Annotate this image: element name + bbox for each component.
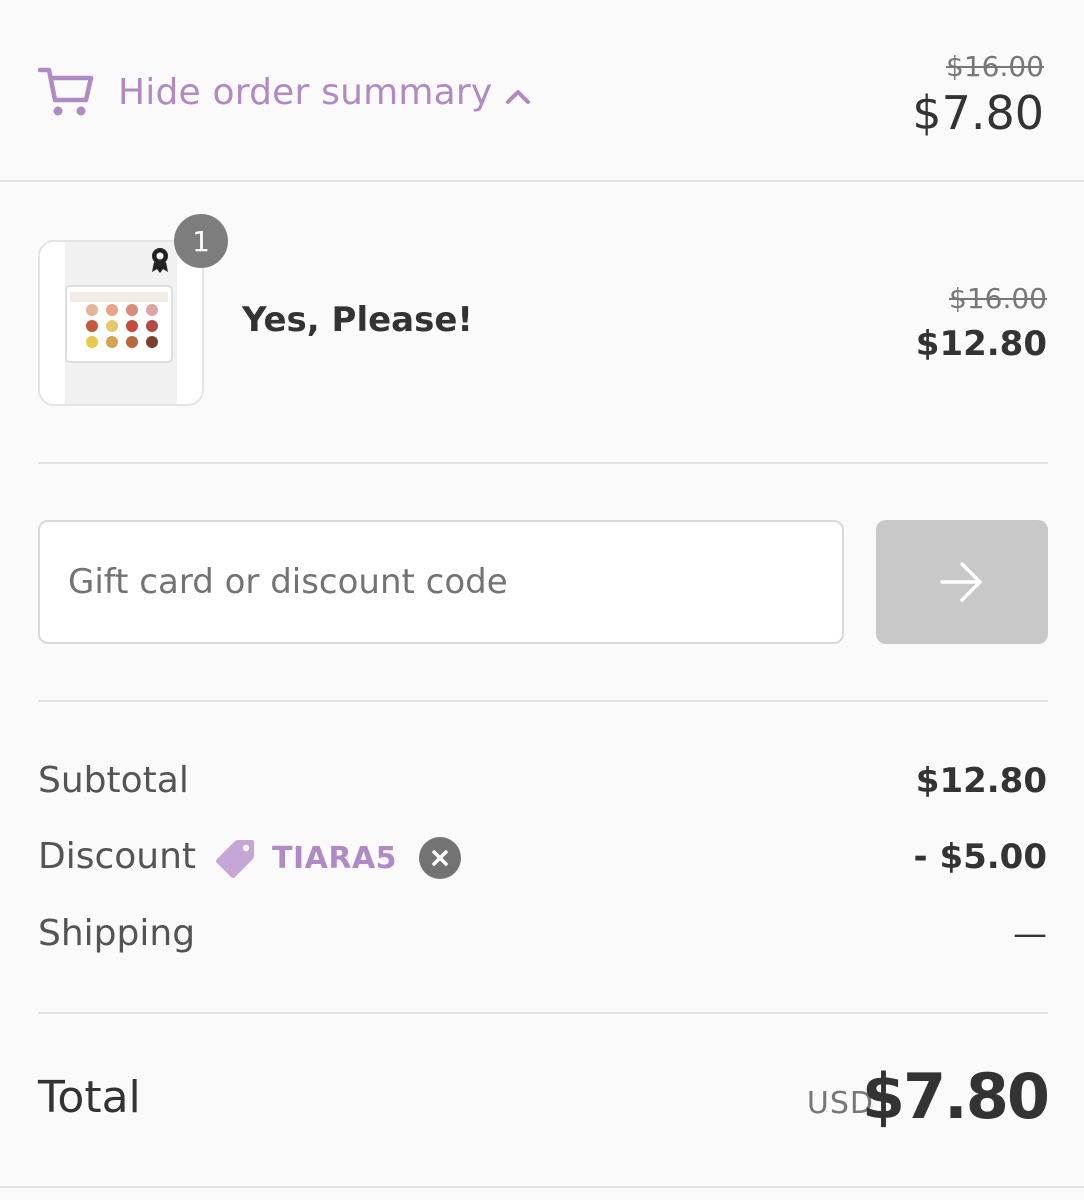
shipping-value: — bbox=[1013, 914, 1047, 954]
discount-code-input[interactable] bbox=[38, 520, 844, 644]
grand-total: $7.80 bbox=[861, 1060, 1050, 1133]
eyeshadow-palette-image bbox=[65, 242, 177, 404]
hide-order-summary-toggle[interactable]: Hide order summary bbox=[38, 62, 532, 122]
discount-value: - $5.00 bbox=[913, 837, 1048, 877]
header-total: $7.80 bbox=[912, 86, 1044, 140]
applied-discount-tag: TIARA5 bbox=[214, 836, 462, 880]
apply-discount-button[interactable] bbox=[876, 520, 1048, 644]
quantity-badge: 1 bbox=[174, 214, 228, 268]
toggle-label: Hide order summary bbox=[118, 71, 493, 113]
discount-label: Discount bbox=[38, 836, 197, 877]
subtotal-label: Subtotal bbox=[38, 760, 189, 801]
discount-code: TIARA5 bbox=[272, 840, 398, 876]
chevron-up-icon bbox=[506, 90, 531, 104]
divider bbox=[0, 1186, 1084, 1188]
divider bbox=[38, 1012, 1048, 1014]
header-compare-at-total: $16.00 bbox=[946, 50, 1044, 83]
item-compare-at-price: $16.00 bbox=[949, 282, 1047, 315]
arrow-right-icon bbox=[940, 562, 982, 602]
product-name: Yes, Please! bbox=[242, 300, 473, 340]
shipping-label: Shipping bbox=[38, 913, 196, 954]
item-price: $12.80 bbox=[915, 324, 1047, 364]
tag-icon bbox=[216, 840, 254, 878]
subtotal-value: $12.80 bbox=[915, 761, 1047, 801]
divider bbox=[38, 700, 1048, 702]
divider bbox=[38, 462, 1048, 464]
product-thumbnail bbox=[38, 240, 204, 406]
close-icon bbox=[432, 850, 448, 866]
award-ribbon-icon bbox=[152, 248, 168, 273]
remove-discount-button[interactable] bbox=[419, 837, 462, 879]
order-summary-toggle-bar: Hide order summary $16.00 $7.80 bbox=[0, 0, 1084, 182]
cart-icon bbox=[38, 67, 94, 116]
total-label: Total bbox=[38, 1072, 141, 1123]
